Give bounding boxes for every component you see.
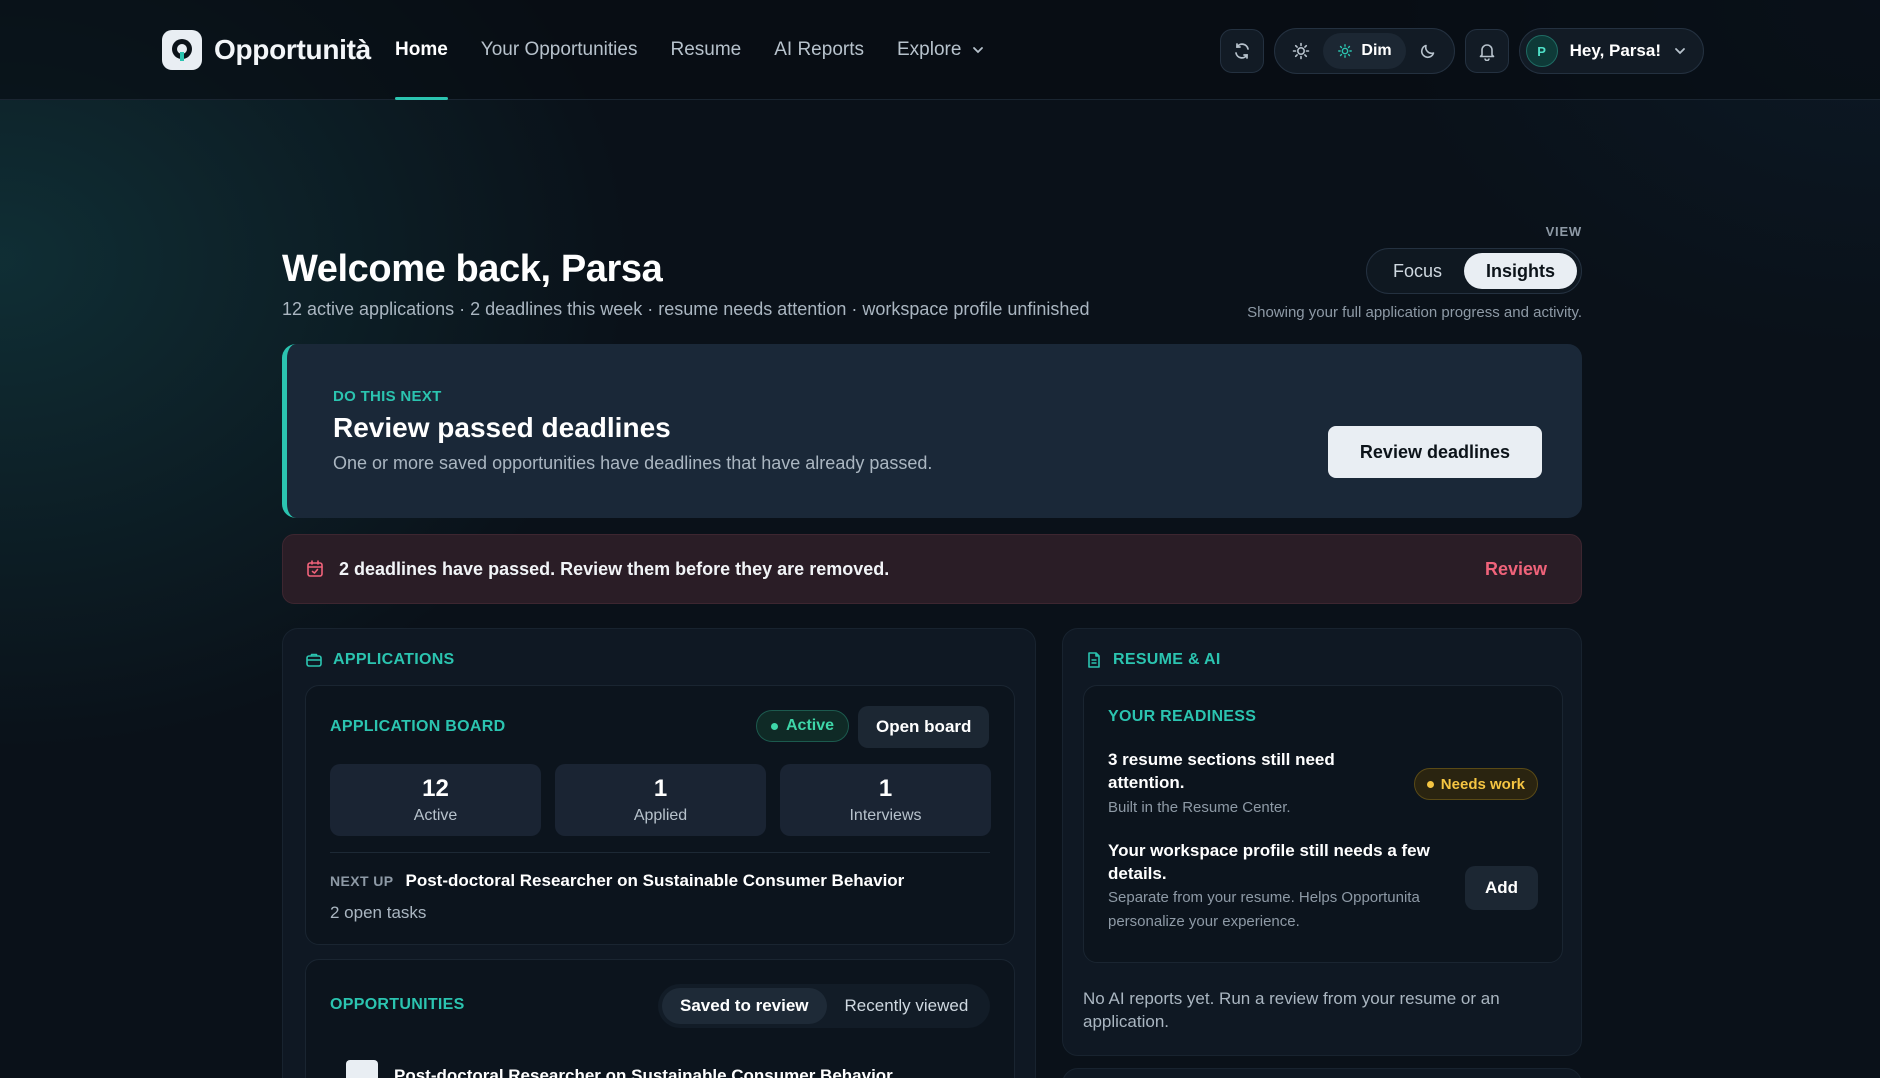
briefcase-icon (306, 653, 322, 667)
readiness-title: YOUR READINESS (1108, 708, 1257, 725)
resume-ai-panel: RESUME & AI YOUR READINESS 3 resume sect… (1062, 628, 1582, 1056)
next-action-title: Review passed deadlines (333, 412, 671, 443)
view-toggle: Focus Insights (1365, 248, 1582, 294)
next-panel-edge (1062, 1068, 1582, 1078)
opportunity-logo (346, 1060, 378, 1078)
calendar-icon (307, 560, 323, 577)
status-badge: Active (756, 710, 850, 742)
nav-link-resume[interactable]: Resume (670, 0, 741, 100)
nav-link-home[interactable]: Home (395, 0, 448, 100)
refresh-icon (1235, 43, 1250, 59)
opportunity-title: Post-doctoral Researcher on Sustainable … (394, 1066, 893, 1078)
nav-link-label: Home (395, 39, 448, 60)
alert-review-link[interactable]: Review (1485, 559, 1559, 580)
view-label: VIEW (1545, 224, 1582, 239)
user-greeting: Hey, Parsa! (1569, 41, 1661, 60)
resume-status-desc: Built in the Resume Center. (1108, 799, 1291, 816)
tab-recently-viewed[interactable]: Recently viewed (827, 988, 987, 1024)
stat-label: Active (413, 807, 458, 824)
stat-label: Applied (633, 807, 688, 824)
brand-name: Opportunità (214, 34, 371, 65)
nav-link-label: Resume (670, 39, 742, 60)
page-title: Welcome back, Parsa (282, 248, 663, 290)
nav-link-label: AI Reports (774, 39, 864, 60)
nav-actions: Dim P Hey, Parsa! (1220, 28, 1704, 74)
nav-links: Home Your Opportunities Resume AI Report… (395, 0, 985, 100)
view-focus-button[interactable]: Focus (1371, 253, 1464, 289)
chevron-down-icon (1675, 48, 1685, 55)
tab-saved-to-review[interactable]: Saved to review (662, 988, 827, 1024)
next-up-title[interactable]: Post-doctoral Researcher on Sustainable … (405, 871, 904, 891)
readiness-card: YOUR READINESS 3 resume sections still n… (1083, 685, 1563, 963)
nav-link-your-opportunities[interactable]: Your Opportunities (481, 0, 638, 100)
deadline-alert: 2 deadlines have passed. Review them bef… (282, 534, 1582, 604)
list-item[interactable]: Post-doctoral Researcher on Sustainable … (346, 1060, 893, 1078)
stat-interviews[interactable]: 1 Interviews (780, 764, 991, 836)
status-label: Active (786, 717, 835, 734)
stat-value: 12 (422, 775, 449, 802)
nav-link-label: Explore (897, 39, 962, 60)
resume-ai-heading: RESUME & AI (1085, 651, 1221, 669)
application-board-card: APPLICATION BOARD Active Open board 12 A… (305, 685, 1015, 945)
profile-status-desc: Separate from your resume. Helps Opportu… (1108, 889, 1420, 930)
open-board-button[interactable]: Open board (858, 706, 990, 748)
nav-link-label: Your Opportunities (480, 39, 638, 60)
next-action-description: One or more saved opportunities have dea… (333, 453, 933, 473)
stat-value: 1 (878, 775, 893, 802)
applications-heading-label: APPLICATIONS (333, 651, 455, 668)
theme-dim-button[interactable]: Dim (1323, 33, 1406, 69)
opportunities-tabs: Saved to review Recently viewed (658, 984, 991, 1028)
notifications-button[interactable] (1464, 29, 1509, 73)
sun-icon (1293, 42, 1310, 60)
stat-label: Interviews (849, 807, 922, 824)
opportunities-card: OPPORTUNITIES Saved to review Recently v… (305, 959, 1015, 1078)
theme-dark-button[interactable] (1408, 33, 1448, 69)
no-ai-reports-text: No AI reports yet. Run a review from you… (1083, 989, 1500, 1031)
stat-active[interactable]: 12 Active (330, 764, 541, 836)
next-action-card: DO THIS NEXT Review passed deadlines One… (282, 344, 1582, 518)
needs-work-badge: Needs work (1413, 768, 1538, 800)
warning-dot (1426, 780, 1434, 788)
alert-text: 2 deadlines have passed. Review them bef… (339, 558, 890, 579)
user-menu-button[interactable]: P Hey, Parsa! (1518, 28, 1704, 74)
open-tasks-count: 2 open tasks (330, 903, 427, 922)
status-dot (771, 722, 778, 730)
summary-line: 12 active applications · 2 deadlines thi… (282, 299, 1090, 319)
document-icon (1088, 652, 1100, 668)
next-up-row: NEXT UP Post-doctoral Researcher on Sust… (330, 871, 904, 891)
resume-status-title: 3 resume sections still need attention. (1108, 750, 1335, 792)
board-title: APPLICATION BOARD (330, 718, 506, 735)
next-up-label: NEXT UP (330, 873, 394, 889)
chevron-down-icon (973, 47, 984, 54)
applications-heading: APPLICATIONS (305, 651, 455, 669)
avatar: P (1525, 35, 1558, 67)
stat-value: 1 (653, 775, 668, 802)
bell-icon (1479, 44, 1494, 61)
brand-logo[interactable]: Opportunità (162, 30, 371, 70)
theme-light-button[interactable] (1281, 33, 1321, 69)
refresh-button[interactable] (1220, 29, 1265, 73)
logo-icon (162, 30, 202, 70)
board-stats: 12 Active 1 Applied 1 Interviews (330, 764, 991, 836)
view-insights-button[interactable]: Insights (1463, 253, 1577, 289)
next-action-eyebrow: DO THIS NEXT (333, 388, 442, 405)
sun-dim-icon (1338, 44, 1353, 58)
opportunities-title: OPPORTUNITIES (330, 996, 465, 1013)
moon-icon (1420, 44, 1434, 59)
top-navbar: Opportunità Home Your Opportunities Resu… (0, 0, 1880, 100)
profile-status-title: Your workspace profile still needs a few… (1108, 841, 1430, 883)
add-profile-details-button[interactable]: Add (1464, 866, 1538, 910)
applications-panel: APPLICATIONS APPLICATION BOARD Active Op… (282, 628, 1036, 1078)
resume-ai-heading-label: RESUME & AI (1113, 651, 1221, 668)
divider (330, 852, 990, 853)
review-deadlines-button[interactable]: Review deadlines (1327, 426, 1542, 478)
theme-switcher: Dim (1274, 28, 1455, 74)
nav-link-ai-reports[interactable]: AI Reports (774, 0, 864, 100)
nav-link-explore[interactable]: Explore (897, 0, 985, 100)
stat-applied[interactable]: 1 Applied (555, 764, 766, 836)
theme-dim-label: Dim (1361, 42, 1392, 59)
view-description: Showing your full application progress a… (1247, 304, 1582, 321)
needs-work-label: Needs work (1440, 775, 1525, 793)
